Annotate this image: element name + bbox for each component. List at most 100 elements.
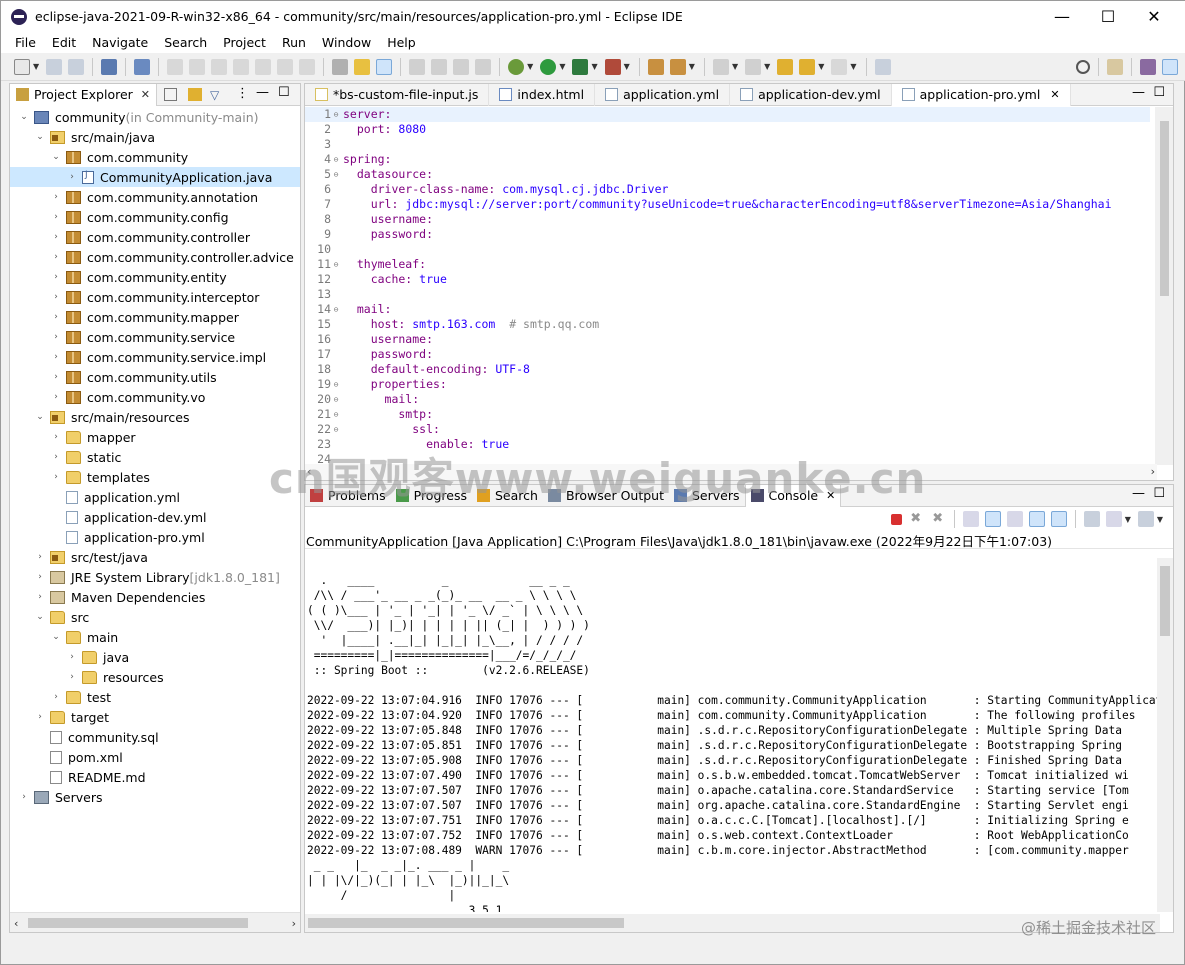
minimize-console-icon[interactable]: — bbox=[1132, 486, 1145, 501]
maximize-view-icon[interactable]: ☐ bbox=[278, 85, 290, 100]
fold-toggle-icon[interactable]: ⊖ bbox=[331, 152, 341, 167]
java-ee-perspective-icon[interactable] bbox=[1140, 58, 1156, 75]
tree-item[interactable]: › com.community.entity bbox=[10, 267, 300, 287]
run-server-icon[interactable] bbox=[572, 58, 589, 75]
fold-toggle-icon[interactable]: ⊖ bbox=[331, 407, 341, 422]
tree-item[interactable]: › com.community.annotation bbox=[10, 187, 300, 207]
tab-project-explorer[interactable]: Project Explorer ✕ bbox=[10, 83, 158, 106]
fold-toggle-icon[interactable]: ⊖ bbox=[331, 107, 341, 122]
expand-toggle-icon[interactable]: › bbox=[50, 212, 62, 222]
tree-item[interactable]: › com.community.controller.advice bbox=[10, 247, 300, 267]
expand-toggle-icon[interactable]: ⌄ bbox=[34, 412, 46, 422]
new-java-class-icon[interactable] bbox=[669, 58, 686, 75]
editor-tab[interactable]: index.html bbox=[489, 83, 596, 106]
menu-project[interactable]: Project bbox=[223, 35, 266, 50]
menu-edit[interactable]: Edit bbox=[52, 35, 76, 50]
maximize-button[interactable]: ☐ bbox=[1085, 1, 1131, 32]
tree-item[interactable]: › com.community.utils bbox=[10, 367, 300, 387]
tree-item[interactable]: ⌄ main bbox=[10, 627, 300, 647]
forward-icon[interactable] bbox=[831, 58, 848, 75]
new-dropdown-icon[interactable]: ▼ bbox=[33, 62, 39, 71]
tree-item[interactable]: › Servers bbox=[10, 787, 300, 807]
menu-window[interactable]: Window bbox=[322, 35, 371, 50]
clear-console-icon[interactable] bbox=[962, 511, 979, 527]
editor-tab[interactable]: *bs-custom-file-input.js bbox=[305, 83, 490, 106]
tree-item[interactable]: application-pro.yml bbox=[10, 527, 300, 547]
tree-item[interactable]: › templates bbox=[10, 467, 300, 487]
skip-breakpoints-icon[interactable] bbox=[134, 58, 151, 75]
resume-icon[interactable] bbox=[167, 58, 184, 75]
tree-item[interactable]: › JRE System Library [jdk1.8.0_181] bbox=[10, 567, 300, 587]
toggle-breadcrumb-icon[interactable] bbox=[475, 58, 492, 75]
tree-item[interactable]: ⌄ src bbox=[10, 607, 300, 627]
link-with-editor-icon[interactable] bbox=[188, 88, 202, 101]
run-icon[interactable] bbox=[540, 58, 557, 75]
expand-toggle-icon[interactable]: › bbox=[50, 232, 62, 242]
view-menu-icon[interactable]: ⋮ bbox=[236, 86, 249, 101]
tree-item[interactable]: community.sql bbox=[10, 727, 300, 747]
tree-item[interactable]: ⌄ com.community bbox=[10, 147, 300, 167]
vertical-scrollbar[interactable] bbox=[1155, 107, 1173, 465]
expand-toggle-icon[interactable]: › bbox=[50, 312, 62, 322]
tree-item[interactable]: › mapper bbox=[10, 427, 300, 447]
tree-item[interactable]: › java bbox=[10, 647, 300, 667]
last-edit-location-icon[interactable] bbox=[777, 58, 794, 75]
tree-item[interactable]: README.md bbox=[10, 767, 300, 787]
open-perspective-icon[interactable] bbox=[1107, 58, 1123, 75]
expand-toggle-icon[interactable]: › bbox=[34, 592, 46, 602]
maximize-editor-icon[interactable]: ☐ bbox=[1153, 85, 1165, 100]
back-icon[interactable] bbox=[799, 58, 816, 75]
expand-toggle-icon[interactable]: › bbox=[50, 372, 62, 382]
collapse-all-icon[interactable] bbox=[164, 88, 177, 101]
minimize-view-icon[interactable]: — bbox=[256, 85, 269, 100]
fold-toggle-icon[interactable]: ⊖ bbox=[331, 392, 341, 407]
expand-toggle-icon[interactable]: › bbox=[50, 432, 62, 442]
expand-toggle-icon[interactable]: › bbox=[50, 352, 62, 362]
editor-tab[interactable]: application-dev.yml bbox=[730, 83, 892, 106]
close-tab-icon[interactable]: ✕ bbox=[141, 88, 150, 101]
tree-item[interactable]: › com.community.interceptor bbox=[10, 287, 300, 307]
expand-toggle-icon[interactable]: › bbox=[34, 712, 46, 722]
expand-toggle-icon[interactable]: › bbox=[50, 252, 62, 262]
tree-item[interactable]: › Maven Dependencies bbox=[10, 587, 300, 607]
expand-toggle-icon[interactable]: › bbox=[50, 292, 62, 302]
tree-item[interactable]: › com.community.config bbox=[10, 207, 300, 227]
previous-annotation-icon[interactable] bbox=[745, 58, 762, 75]
step-into-icon[interactable] bbox=[255, 58, 272, 75]
tree-item[interactable]: › static bbox=[10, 447, 300, 467]
fold-toggle-icon[interactable]: ⊖ bbox=[331, 257, 341, 272]
toggle-mark-occurrences-icon[interactable] bbox=[354, 58, 371, 75]
tree-item[interactable]: application-dev.yml bbox=[10, 507, 300, 527]
pin-editor-icon[interactable] bbox=[874, 58, 891, 75]
debug-icon[interactable] bbox=[508, 58, 525, 75]
tree-item[interactable]: › target bbox=[10, 707, 300, 727]
new-icon[interactable] bbox=[14, 58, 30, 75]
menu-navigate[interactable]: Navigate bbox=[92, 35, 148, 50]
expand-toggle-icon[interactable]: ⌄ bbox=[34, 132, 46, 142]
suspend-icon[interactable] bbox=[189, 58, 206, 75]
menu-run[interactable]: Run bbox=[282, 35, 306, 50]
editor-tab[interactable]: application.yml bbox=[595, 83, 731, 106]
console-vertical-scrollbar[interactable] bbox=[1157, 558, 1173, 912]
fold-toggle-icon[interactable]: ⊖ bbox=[331, 422, 341, 437]
menu-search[interactable]: Search bbox=[164, 35, 207, 50]
expand-toggle-icon[interactable]: › bbox=[50, 192, 62, 202]
expand-toggle-icon[interactable]: › bbox=[34, 552, 46, 562]
next-annotation-icon[interactable] bbox=[712, 58, 729, 75]
minimize-button[interactable]: — bbox=[1039, 1, 1085, 32]
word-wrap-icon[interactable] bbox=[409, 58, 426, 75]
expand-toggle-icon[interactable]: › bbox=[50, 452, 62, 462]
word-wrap-console-icon[interactable] bbox=[1006, 511, 1023, 527]
external-tools-icon[interactable] bbox=[604, 58, 621, 75]
tree-item[interactable]: › com.community.service bbox=[10, 327, 300, 347]
expand-toggle-icon[interactable]: › bbox=[18, 792, 30, 802]
tree-item[interactable]: › com.community.controller bbox=[10, 227, 300, 247]
tree-item[interactable]: › com.community.mapper bbox=[10, 307, 300, 327]
step-return-icon[interactable] bbox=[299, 58, 316, 75]
show-on-stdout-icon[interactable] bbox=[1028, 511, 1045, 527]
console-output[interactable]: . ____ _ __ _ _ /\\ / ___'_ __ _ _(_)_ _… bbox=[305, 558, 1160, 912]
fold-toggle-icon[interactable]: ⊖ bbox=[331, 167, 341, 182]
code-area[interactable]: 1 ⊖ server: 2 port: 8080 3 4 ⊖ spring: 5 ⊖ dataso… bbox=[305, 107, 1150, 465]
expand-toggle-icon[interactable]: › bbox=[50, 692, 62, 702]
expand-toggle-icon[interactable]: › bbox=[34, 572, 46, 582]
